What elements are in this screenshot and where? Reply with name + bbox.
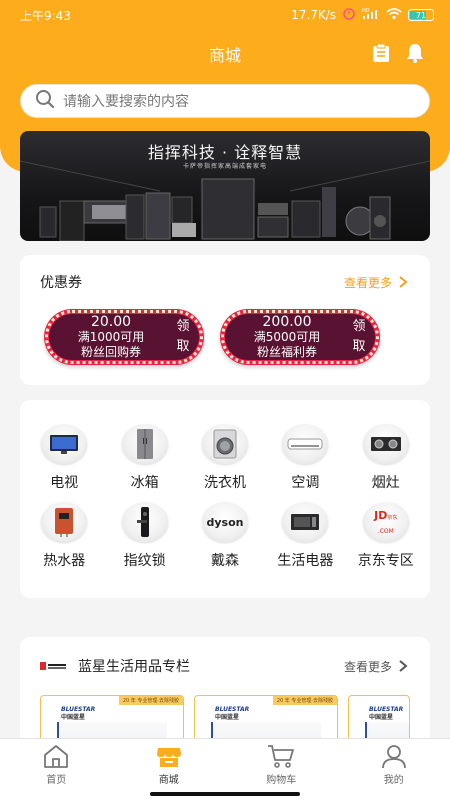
category-jd-zone[interactable]: JD京东 .COM 京东专区 bbox=[346, 502, 426, 570]
category-label: 电视 bbox=[50, 475, 79, 491]
bluestar-logo bbox=[40, 660, 66, 672]
product-brand: BLUESTAR 中国蓝星 bbox=[215, 706, 250, 721]
more-label: 查看更多 bbox=[343, 659, 392, 674]
user-icon bbox=[381, 745, 406, 769]
network-type: HD bbox=[362, 8, 370, 14]
category-card: 电视 冰箱 洗衣机 空调 烟灶 热水器 指纹锁 dyson 戴森 生活电器 JD… bbox=[20, 400, 430, 598]
category-label: 空调 bbox=[291, 475, 320, 491]
shop-icon bbox=[156, 748, 181, 767]
coupon-amount: 20.00 bbox=[90, 313, 132, 330]
category-dyson[interactable]: dyson 戴森 bbox=[185, 502, 265, 570]
search-placeholder: 请输入要搜索的内容 bbox=[63, 94, 189, 110]
coupon-condition: 满5000可用 bbox=[253, 329, 321, 344]
product-tag: 20 年 专业管理·去除残胶 bbox=[118, 696, 183, 705]
wifi-icon bbox=[386, 7, 402, 23]
coupon-section-title: 优惠券 bbox=[40, 275, 82, 291]
app-header: 商城 bbox=[0, 36, 450, 72]
washer-icon bbox=[201, 424, 248, 464]
home-icon bbox=[44, 745, 69, 768]
product-tag: 20 年 专业管理·去除残胶 bbox=[272, 696, 337, 705]
section-more-link[interactable]: 查看更多 bbox=[344, 658, 408, 675]
tab-label: 我的 bbox=[383, 775, 404, 786]
water-heater-icon bbox=[41, 502, 88, 542]
cart-icon bbox=[268, 745, 295, 768]
category-fingerprint-lock[interactable]: 指纹锁 bbox=[104, 502, 184, 570]
tab-shop[interactable]: 商城 bbox=[113, 739, 226, 800]
coupon-card: 优惠券 查看更多 20.00 满1000可用 粉丝回购券 领取 200.00 满… bbox=[20, 255, 430, 385]
appliance-display-image bbox=[20, 160, 430, 241]
jd-logo: JD京东 .COM bbox=[362, 502, 409, 542]
aircon-icon bbox=[282, 424, 329, 464]
coupon-description: 粉丝福利券 bbox=[256, 344, 317, 359]
status-bar: 上午9:43 17.7K/s HD 71 bbox=[0, 0, 450, 30]
stove-icon bbox=[362, 424, 409, 464]
category-water-heater[interactable]: 热水器 bbox=[24, 502, 104, 570]
status-time: 上午9:43 bbox=[20, 8, 71, 23]
signal-icon: HD bbox=[362, 8, 380, 23]
bottom-tab-bar: 首页 商城 购物车 我的 bbox=[0, 738, 450, 800]
orders-icon[interactable] bbox=[370, 42, 392, 68]
fingerprint-lock-icon bbox=[121, 502, 168, 542]
coupon-item[interactable]: 200.00 满5000可用 粉丝福利券 领取 bbox=[220, 309, 380, 365]
category-life-appliances[interactable]: 生活电器 bbox=[265, 502, 345, 570]
category-label: 指纹锁 bbox=[123, 553, 166, 569]
claim-button[interactable]: 领取 bbox=[173, 317, 193, 357]
category-aircon[interactable]: 空调 bbox=[265, 424, 345, 492]
product-brand: BLUESTAR 中国蓝星 bbox=[369, 706, 404, 721]
category-stove[interactable]: 烟灶 bbox=[346, 424, 426, 492]
category-washer[interactable]: 洗衣机 bbox=[185, 424, 265, 492]
bluestar-section-card: 蓝星生活用品专栏 查看更多 20 年 专业管理·去除残胶 BLUESTAR 中国蓝… bbox=[20, 637, 430, 765]
category-label: 烟灶 bbox=[371, 475, 400, 491]
tab-label: 商城 bbox=[158, 775, 179, 786]
coupon-item[interactable]: 20.00 满1000可用 粉丝回购券 领取 bbox=[44, 309, 204, 365]
alarm-icon bbox=[342, 7, 356, 23]
dyson-logo: dyson bbox=[201, 502, 248, 542]
category-label: 冰箱 bbox=[130, 475, 159, 491]
category-label: 热水器 bbox=[43, 553, 86, 569]
chevron-right-icon bbox=[399, 276, 408, 288]
battery-level: 71 bbox=[415, 10, 427, 20]
tv-icon bbox=[41, 424, 88, 464]
search-bar[interactable]: 请输入要搜索的内容 bbox=[20, 84, 430, 118]
promo-banner[interactable]: 指挥科技 · 诠释智慧 卡萨帝指挥家高端成套家电 bbox=[20, 131, 430, 241]
network-speed: 17.7K/s bbox=[291, 8, 336, 22]
more-label: 查看更多 bbox=[343, 275, 392, 290]
coupon-condition: 满1000可用 bbox=[77, 329, 145, 344]
coupon-more-link[interactable]: 查看更多 bbox=[344, 274, 408, 291]
category-fridge[interactable]: 冰箱 bbox=[104, 424, 184, 492]
category-label: 洗衣机 bbox=[203, 475, 246, 491]
coupon-amount: 200.00 bbox=[262, 313, 312, 330]
coupon-description: 粉丝回购券 bbox=[80, 344, 141, 359]
bell-icon[interactable] bbox=[404, 42, 426, 68]
section-title: 蓝星生活用品专栏 bbox=[78, 659, 190, 675]
category-label: 京东专区 bbox=[357, 553, 414, 569]
microwave-icon bbox=[282, 502, 329, 542]
chevron-right-icon bbox=[399, 660, 408, 672]
fridge-icon bbox=[121, 424, 168, 464]
tab-profile[interactable]: 我的 bbox=[338, 739, 450, 800]
tab-label: 购物车 bbox=[266, 775, 297, 786]
claim-button[interactable]: 领取 bbox=[349, 317, 369, 357]
category-tv[interactable]: 电视 bbox=[24, 424, 104, 492]
category-label: 生活电器 bbox=[277, 553, 334, 569]
battery-icon: 71 bbox=[408, 9, 434, 21]
tab-label: 首页 bbox=[46, 775, 67, 786]
tab-home[interactable]: 首页 bbox=[0, 739, 113, 800]
tab-cart[interactable]: 购物车 bbox=[225, 739, 338, 800]
home-indicator bbox=[150, 792, 300, 796]
search-icon bbox=[35, 89, 55, 113]
page-title: 商城 bbox=[208, 46, 241, 65]
product-brand: BLUESTAR 中国蓝星 bbox=[61, 706, 96, 721]
category-label: 戴森 bbox=[210, 553, 239, 569]
